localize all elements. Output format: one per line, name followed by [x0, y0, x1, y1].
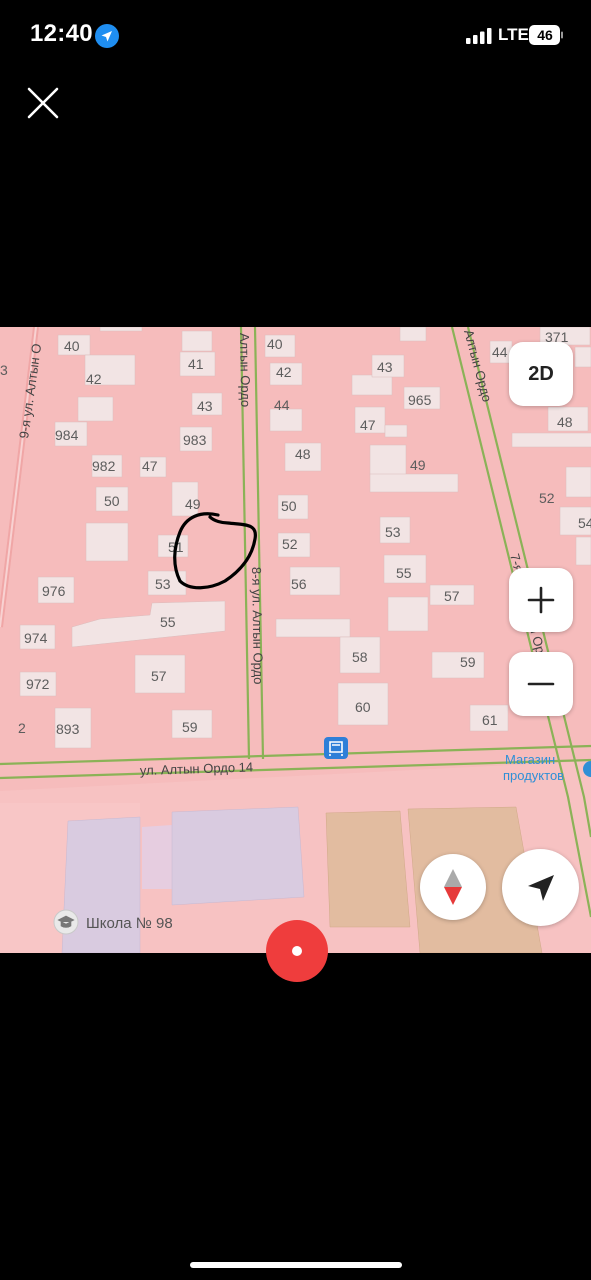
my-location-button[interactable] [502, 849, 579, 926]
navigation-arrow-icon [527, 874, 554, 901]
house-number: 55 [396, 565, 412, 581]
poi-shop-name-line1[interactable]: Магазин [505, 752, 555, 767]
house-number: 40 [267, 336, 283, 352]
zoom-in-button[interactable] [509, 568, 573, 632]
house-number: 41 [188, 356, 204, 372]
house-number: 52 [282, 536, 298, 552]
map-view[interactable]: ул. Алтын Ордо 14 9-я ул. Алтын О Алтын … [0, 327, 591, 953]
house-number: 52 [539, 490, 555, 506]
plus-icon [527, 586, 555, 614]
status-time: 12:40 [30, 20, 93, 47]
house-number: 60 [355, 699, 371, 715]
house-number: 44 [274, 397, 290, 413]
house-number: 893 [56, 721, 80, 737]
house-number: 44 [492, 344, 508, 360]
house-number: 50 [104, 493, 120, 509]
battery-level: 46 [537, 27, 553, 43]
bus-stop-icon[interactable] [324, 737, 348, 759]
house-number: 57 [444, 588, 460, 604]
home-indicator[interactable] [190, 1262, 402, 1268]
house-number: 57 [151, 668, 167, 684]
signal-icon [466, 28, 492, 44]
house-number: 976 [42, 583, 66, 599]
house-number: 49 [410, 457, 426, 473]
route-dot-icon [292, 946, 302, 956]
zoom-out-button[interactable] [509, 652, 573, 716]
network-type: LTE [498, 25, 529, 44]
house-number: 984 [55, 427, 79, 443]
house-number: 42 [86, 371, 102, 387]
house-number: 47 [142, 458, 158, 474]
house-number: 53 [155, 576, 171, 592]
poi-shop-name-line2[interactable]: продуктов [503, 768, 564, 783]
poi-school-label[interactable]: Школа № 98 [86, 915, 173, 932]
view-mode-label: 2D [528, 362, 554, 385]
house-number: 59 [460, 654, 476, 670]
map-canvas[interactable]: ул. Алтын Ордо 14 9-я ул. Алтын О Алтын … [0, 327, 591, 953]
minus-icon [527, 682, 555, 686]
location-arrow-icon [95, 24, 119, 48]
house-number: 48 [557, 414, 573, 430]
school-icon[interactable] [53, 909, 79, 935]
house-number: 972 [26, 676, 50, 692]
house-number: 2 [18, 720, 26, 736]
compass-button[interactable] [420, 854, 486, 920]
street-label-8-top: Алтын Ордо [237, 333, 253, 407]
house-number: 43 [197, 398, 213, 414]
house-number: 54 [578, 515, 591, 531]
house-number: 59 [182, 719, 198, 735]
house-number: 55 [160, 614, 176, 630]
house-number: 61 [482, 712, 498, 728]
view-mode-2d-button[interactable]: 2D [509, 342, 573, 406]
house-number: 48 [295, 446, 311, 462]
status-bar: 12:40 LTE 46 [0, 0, 591, 70]
street-label-8: 8-я ул. Алтын Ордо [249, 567, 266, 685]
house-number: 43 [377, 359, 393, 375]
house-number: 982 [92, 458, 116, 474]
house-number: 974 [24, 630, 48, 646]
house-number: 56 [291, 576, 307, 592]
house-number: 42 [276, 364, 292, 380]
route-button[interactable] [266, 920, 328, 982]
house-number: 50 [281, 498, 297, 514]
close-button[interactable] [26, 86, 60, 120]
house-number: 983 [183, 432, 207, 448]
house-number: 49 [185, 496, 201, 512]
house-number: 3 [0, 362, 8, 378]
house-number: 58 [352, 649, 368, 665]
house-number: 965 [408, 392, 432, 408]
house-number: 40 [64, 338, 80, 354]
house-number: 53 [385, 524, 401, 540]
house-number: 47 [360, 417, 376, 433]
compass-icon [444, 869, 462, 905]
